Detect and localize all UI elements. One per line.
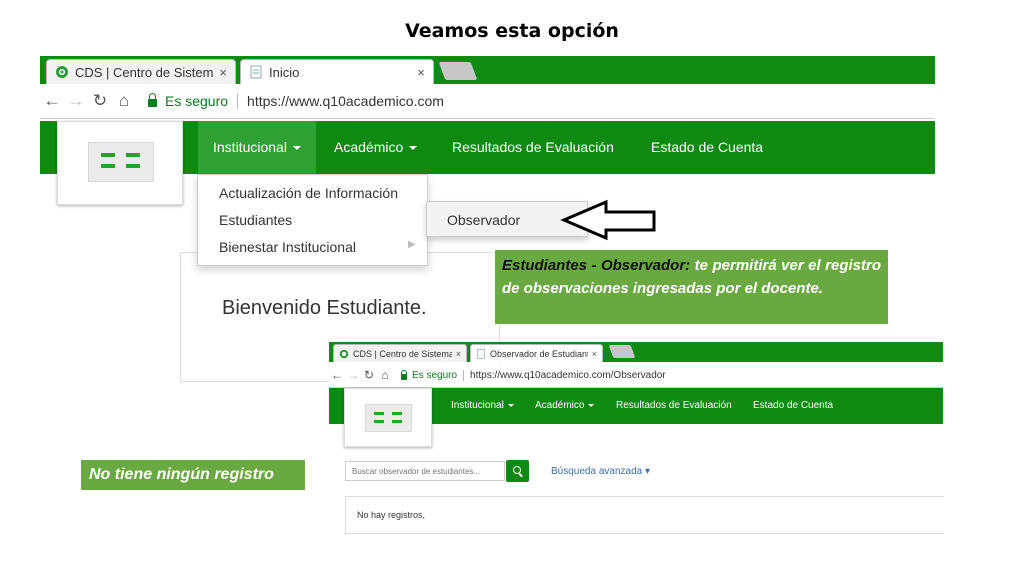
menu-item-estudiantes[interactable]: Estudiantes [219,212,292,228]
nav-academico[interactable]: Académico [334,121,418,174]
nav-label: Académico [535,400,585,411]
results-panel [345,496,944,534]
secure-indicator[interactable]: Es seguro [401,370,457,381]
page-icon [477,348,485,359]
tab-inicio[interactable]: Inicio × [240,59,434,84]
search-input[interactable] [345,461,505,481]
browser2-tab-strip: CDS | Centro de Sistemas × Observador de… [329,342,943,362]
tab-observador[interactable]: Observador de Estudiantes × [470,344,603,362]
reload-icon[interactable]: ↻ [361,368,377,382]
nav-label: Institucional [213,139,287,155]
nav-label: Académico [334,139,404,155]
nav-academico[interactable]: Académico [535,388,595,424]
divider [237,93,239,109]
close-tab-icon[interactable]: × [592,349,597,359]
new-tab-button[interactable] [608,345,636,358]
advanced-search-link[interactable]: Búsqueda avanzada ▾ [551,466,650,477]
slide-title: Veamos esta opción [405,20,619,42]
nav-resultados[interactable]: Resultados de Evaluación [616,388,732,424]
search-button[interactable] [506,460,529,482]
close-tab-icon[interactable]: × [219,65,227,80]
no-results-text: No hay registros, [357,510,426,520]
caret-down-icon [507,403,514,407]
cds-favicon-icon [339,349,349,358]
tab-label: Inicio [269,64,300,80]
nav-resultados[interactable]: Resultados de Evaluación [452,121,614,174]
logo-icon [88,142,154,182]
callout-observador: Estudiantes - Observador: te permitirá v… [494,249,889,325]
page-icon [250,65,262,79]
caret-down-icon [292,146,301,151]
nav-label: Estado de Cuenta [651,139,764,155]
secure-label: Es seguro [165,93,229,109]
lock-icon [401,370,407,380]
callout-lead: Estudiantes - Observador: [502,257,691,274]
reload-icon[interactable]: ↻ [88,91,112,111]
site-logo[interactable] [57,121,183,205]
welcome-heading: Bienvenido Estudiante. [222,297,427,319]
home-icon[interactable]: ⌂ [112,91,136,111]
tab-cds[interactable]: CDS | Centro de Sistemas × [333,344,467,362]
address-bar: ← → ↻ ⌂ Es seguro https://www.q10academi… [40,84,935,119]
nav-label: Resultados de Evaluación [616,400,732,411]
institucional-dropdown: Actualización de Información Estudiantes… [197,174,428,266]
nav-label: Estado de Cuenta [753,400,834,411]
divider [463,369,465,381]
url-field[interactable]: https://www.q10academico.com/Observador [470,370,666,381]
address-bar: ← → ↻ ⌂ Es seguro https://www.q10academi… [329,363,943,388]
forward-icon[interactable]: → [345,368,361,382]
left-arrow-pointer-icon [560,199,656,241]
search-icon [513,466,521,474]
tab-cds[interactable]: CDS | Centro de Sistemas × [46,59,236,84]
site-logo[interactable] [344,388,432,447]
lock-icon [148,93,157,107]
chevron-right-icon: ▶ [408,239,416,250]
forward-icon[interactable]: → [64,91,88,111]
callout-no-records: No tiene ningún registro [80,459,306,491]
tab-label: CDS | Centro de Sistemas [75,64,214,80]
nav-label: Institucional [451,400,504,411]
nav-estado-cuenta[interactable]: Estado de Cuenta [651,121,763,174]
nav-label: Resultados de Evaluación [452,139,614,155]
close-tab-icon[interactable]: × [456,349,461,359]
caret-down-icon [588,403,595,407]
secure-label: Es seguro [412,369,458,381]
tab-label: CDS | Centro de Sistemas [353,348,452,359]
new-tab-button[interactable] [438,62,478,80]
nav-estado-cuenta[interactable]: Estado de Cuenta [753,388,833,424]
menu-item-actualizacion[interactable]: Actualización de Información [219,185,398,201]
logo-icon [365,404,412,432]
nav-institucional[interactable]: Institucional [198,121,316,174]
cds-favicon-icon [56,66,68,78]
home-icon[interactable]: ⌂ [377,368,393,382]
secure-indicator[interactable]: Es seguro [148,93,228,109]
menu-item-bienestar[interactable]: Bienestar Institucional [219,239,356,255]
back-icon[interactable]: ← [40,91,64,111]
url-field[interactable]: https://www.q10academico.com [247,93,444,109]
back-icon[interactable]: ← [329,368,345,382]
close-tab-icon[interactable]: × [417,65,425,80]
tab-label: Observador de Estudiantes [490,348,588,359]
browser-tab-strip: CDS | Centro de Sistemas × Inicio × [40,56,935,84]
nav-institucional[interactable]: Institucional [451,388,514,424]
caret-down-icon [409,146,418,151]
